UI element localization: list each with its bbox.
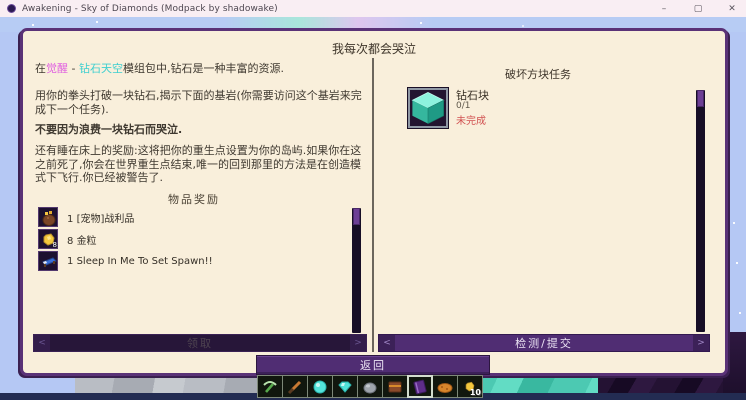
quest-paragraph-4: 还有睡在床上的奖励:这将把你的重生点设置为你的岛屿.如果你在这之前死了,你会在世… (35, 144, 362, 184)
quest-paragraph-1: 在觉醒 - 钻石天空模组包中,钻石是一种丰富的资源. (35, 62, 367, 76)
hotbar-slot-9[interactable]: 10 (457, 375, 483, 398)
rewards-header: 物品奖励 (168, 193, 220, 206)
reward-label: 1 Sleep In Me To Set Spawn!! (67, 256, 213, 267)
reward-row-lootbag[interactable]: 1 [宠物]战利品 (38, 207, 134, 227)
hotbar: 10 (257, 375, 483, 398)
diamond-gem-icon (313, 380, 327, 393)
book-icon (388, 381, 402, 392)
hotbar-slot-8[interactable] (432, 375, 458, 398)
minimize-button[interactable]: – (658, 4, 670, 14)
star (739, 312, 741, 314)
hotbar-slot-3[interactable] (307, 375, 333, 398)
item-count: 10 (469, 388, 481, 397)
reward-row-gold-nugget[interactable]: 8 8 金粒 (38, 229, 97, 249)
app-icon (7, 4, 16, 13)
star (420, 22, 422, 24)
reward-qty: 1 (67, 213, 74, 225)
p1-text-end: 模组包中,钻石是一种丰富的资源. (122, 62, 284, 75)
pickaxe-icon (263, 380, 277, 393)
p1-pack-name: 钻石天空 (78, 62, 123, 75)
bed-icon (38, 251, 58, 271)
submit-button-label: 检测/提交 (515, 337, 573, 350)
reward-qty: 1 (67, 255, 74, 267)
star (733, 222, 735, 224)
item-count-badge: 8 (52, 241, 57, 249)
panel-divider (372, 58, 374, 352)
hotbar-slot-5[interactable] (357, 375, 383, 398)
left-panel-scrollbar[interactable] (352, 208, 361, 333)
claim-rewards-button[interactable]: < 领取 > (33, 334, 367, 352)
quest-title: 我每次都会哭泣 (331, 42, 416, 56)
star (522, 25, 524, 27)
hotbar-slot-1[interactable] (257, 375, 283, 398)
p1-text: 在 (35, 62, 46, 75)
reward-qty: 8 (67, 235, 74, 247)
scroll-right-icon[interactable]: > (350, 335, 366, 351)
diamond-icon (338, 381, 352, 393)
p1-separator: - (68, 62, 79, 75)
diamond-block-icon[interactable] (408, 88, 448, 128)
task-progress: 0/1 (456, 101, 471, 111)
stone-icon (363, 382, 377, 393)
hotbar-slot-2[interactable] (282, 375, 308, 398)
reward-row-bed[interactable]: 1 Sleep In Me To Set Spawn!! (38, 251, 213, 271)
hotbar-slot-7-selected[interactable] (407, 375, 433, 398)
quest-book-icon (413, 379, 427, 394)
loot-bag-icon (38, 207, 58, 227)
scroll-left-icon[interactable]: < (34, 335, 50, 351)
scrollbar-thumb[interactable] (353, 208, 360, 225)
gold-nugget-icon: 8 (38, 229, 58, 249)
maximize-button[interactable]: ▢ (692, 4, 704, 14)
claim-button-label: 领取 (187, 337, 213, 350)
knife-icon (287, 380, 302, 394)
reward-name: [宠物]战利品 (76, 213, 135, 225)
right-panel-scrollbar[interactable] (696, 90, 705, 332)
star (96, 21, 98, 23)
task-status: 未完成 (456, 116, 486, 127)
star (736, 262, 738, 264)
back-button[interactable]: 返回 (256, 355, 490, 375)
reward-label: 1 [宠物]战利品 (67, 210, 134, 225)
quest-paragraph-2: 用你的拳头打破一块钻石,揭示下面的基岩(你需要访问这个基岩来完成下一个任务). (35, 89, 362, 116)
window-title: Awakening - Sky of Diamonds (Modpack by … (22, 3, 278, 14)
scrollbar-thumb[interactable] (697, 90, 704, 107)
p1-world-name: 觉醒 (46, 62, 68, 75)
reward-label: 8 金粒 (67, 232, 97, 247)
reward-name: 金粒 (76, 235, 97, 247)
close-button[interactable]: ✕ (726, 4, 738, 14)
os-titlebar: Awakening - Sky of Diamonds (Modpack by … (0, 0, 746, 17)
star (32, 24, 34, 26)
screen: Awakening - Sky of Diamonds (Modpack by … (0, 0, 746, 400)
submit-tasks-button[interactable]: < 检测/提交 > (378, 334, 710, 352)
scroll-right-icon[interactable]: > (693, 335, 709, 351)
hotbar-slot-4[interactable] (332, 375, 358, 398)
scroll-left-icon[interactable]: < (379, 335, 395, 351)
tasks-header: 破坏方块任务 (505, 68, 571, 81)
reward-name: Sleep In Me To Set Spawn!! (76, 255, 213, 267)
quest-paragraph-3: 不要因为浪费一块钻石而哭泣. (35, 123, 183, 136)
hotbar-slot-6[interactable] (382, 375, 408, 398)
pie-icon (437, 382, 453, 393)
